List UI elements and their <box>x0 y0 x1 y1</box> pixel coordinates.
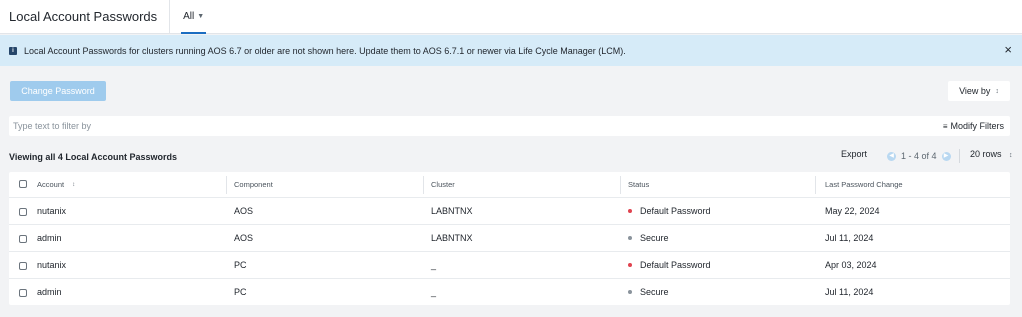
rows-per-page-select[interactable]: 20 rows ↕ <box>970 149 1013 159</box>
status-cell: Default Password <box>628 252 711 278</box>
page-title: Local Account Passwords <box>9 9 158 24</box>
export-button[interactable]: Export <box>841 149 867 159</box>
row-checkbox[interactable] <box>19 289 27 297</box>
status-label: Secure <box>640 233 669 243</box>
account-cell: nutanix <box>37 260 67 270</box>
status-dot-icon <box>628 236 632 240</box>
page-header: Local Account Passwords All ▼ <box>0 0 1022 34</box>
cluster-cell: LABNTNX <box>431 233 473 243</box>
last-change-cell: Jul 11, 2024 <box>825 233 874 243</box>
status-label: Default Password <box>640 260 711 270</box>
row-checkbox[interactable] <box>19 208 27 216</box>
table-row[interactable]: admin PC _ Secure Jul 11, 2024 <box>9 279 1010 305</box>
select-all-checkbox[interactable] <box>19 180 27 188</box>
column-header-cluster[interactable]: Cluster <box>431 172 455 197</box>
column-divider <box>620 176 621 194</box>
account-cell: admin <box>37 287 62 297</box>
status-cell: Default Password <box>628 198 711 224</box>
status-label: Default Password <box>640 206 711 216</box>
tab-all-label: All <box>183 11 195 22</box>
info-banner: i Local Account Passwords for clusters r… <box>0 35 1022 66</box>
account-cell: nutanix <box>37 206 67 216</box>
filter-bar: ≡ Modify Filters <box>9 116 1010 136</box>
cluster-cell: _ <box>431 260 437 270</box>
next-page-icon[interactable]: ▶ <box>941 151 951 161</box>
status-cell: Secure <box>628 225 669 251</box>
filter-input[interactable] <box>13 118 613 134</box>
modify-filters-label: Modify Filters <box>950 121 1004 131</box>
accounts-table: Account ↕ Component Cluster Status Last … <box>9 172 1010 305</box>
column-header-label: Account <box>37 180 65 189</box>
cluster-cell: _ <box>431 287 437 297</box>
results-summary: Viewing all 4 Local Account Passwords <box>9 152 178 162</box>
status-label: Secure <box>640 287 669 297</box>
change-password-button[interactable]: Change Password <box>10 81 106 101</box>
component-cell: AOS <box>234 206 254 216</box>
component-cell: PC <box>234 260 247 270</box>
chevron-down-icon: ▼ <box>197 13 205 20</box>
table-header-row: Account ↕ Component Cluster Status Last … <box>9 172 1010 198</box>
column-header-last-password-change[interactable]: Last Password Change <box>825 172 903 197</box>
table-row[interactable]: nutanix AOS LABNTNX Default Password May… <box>9 198 1010 225</box>
table-row[interactable]: admin AOS LABNTNX Secure Jul 11, 2024 <box>9 225 1010 252</box>
sort-updown-icon: ↕ <box>1009 152 1013 159</box>
pagination: ◀ 1 - 4 of 4 ▶ <box>887 149 960 163</box>
column-divider <box>226 176 227 194</box>
sort-updown-icon: ↕ <box>995 87 999 95</box>
info-icon: i <box>9 46 17 55</box>
last-change-cell: May 22, 2024 <box>825 206 880 216</box>
view-by-button[interactable]: View by ↕ <box>948 81 1010 101</box>
modify-filters-button[interactable]: ≡ Modify Filters <box>943 121 1004 131</box>
table-row[interactable]: nutanix PC _ Default Password Apr 03, 20… <box>9 252 1010 279</box>
status-cell: Secure <box>628 279 669 305</box>
close-icon[interactable]: × <box>1004 43 1012 56</box>
account-cell: admin <box>37 233 62 243</box>
column-divider <box>423 176 424 194</box>
cluster-cell: LABNTNX <box>431 206 473 216</box>
rows-per-page-label: 20 rows <box>970 149 1002 159</box>
row-checkbox[interactable] <box>19 262 27 270</box>
component-cell: AOS <box>234 233 254 243</box>
sort-icon: ↕ <box>72 181 76 188</box>
status-dot-icon <box>628 290 632 294</box>
status-dot-icon <box>628 263 632 267</box>
column-header-status[interactable]: Status <box>628 172 649 197</box>
column-header-component[interactable]: Component <box>234 172 273 197</box>
view-by-label: View by <box>959 86 991 96</box>
row-checkbox[interactable] <box>19 235 27 243</box>
tab-all[interactable]: All ▼ <box>181 0 207 34</box>
prev-page-icon[interactable]: ◀ <box>887 151 896 161</box>
column-header-account[interactable]: Account ↕ <box>37 172 75 197</box>
page-range: 1 - 4 of 4 <box>901 151 937 161</box>
banner-message: Local Account Passwords for clusters run… <box>24 45 626 56</box>
status-dot-icon <box>628 209 632 213</box>
last-change-cell: Apr 03, 2024 <box>825 260 877 270</box>
filter-icon: ≡ <box>942 121 948 131</box>
component-cell: PC <box>234 287 247 297</box>
last-change-cell: Jul 11, 2024 <box>825 287 874 297</box>
header-divider <box>169 0 171 34</box>
pager-divider <box>958 149 960 163</box>
column-divider <box>815 176 816 194</box>
